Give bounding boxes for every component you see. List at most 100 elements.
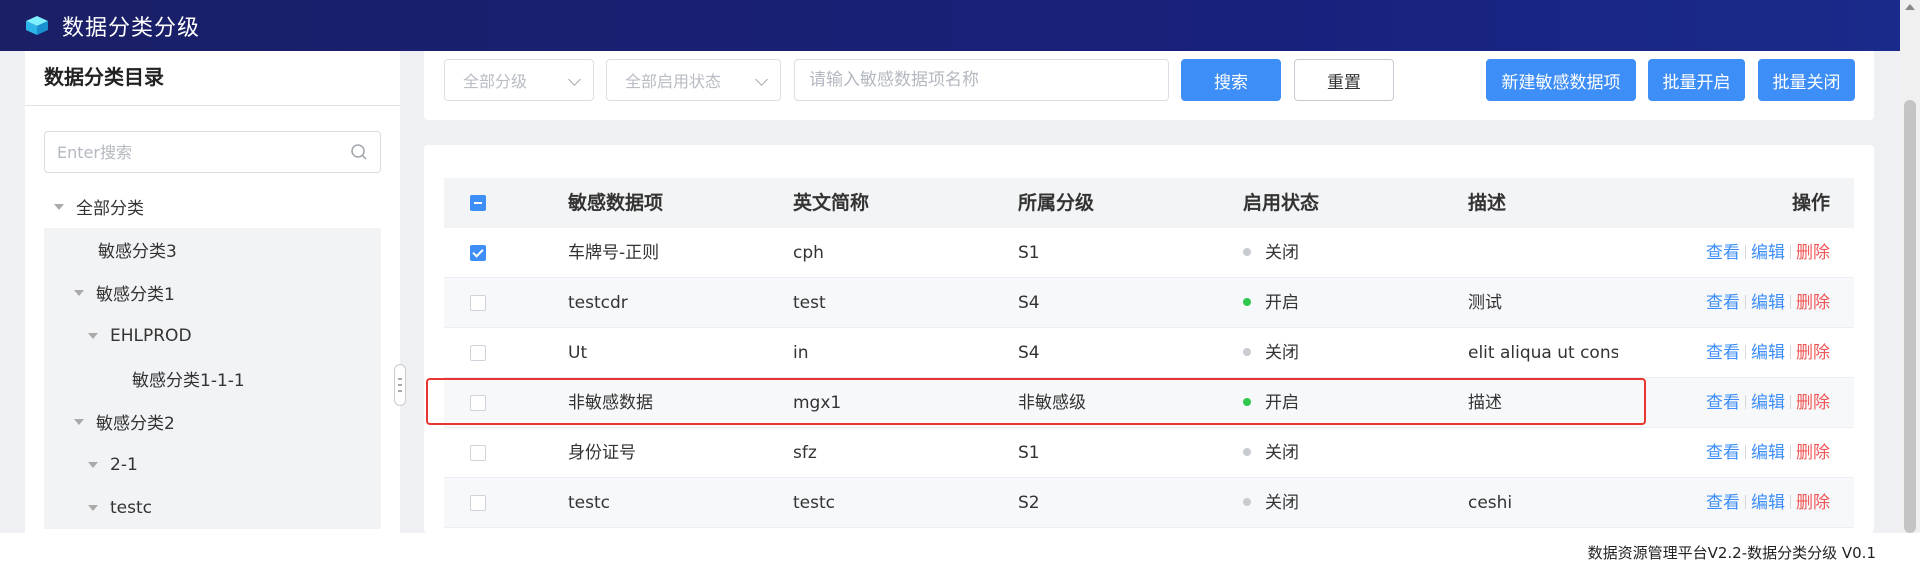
cell-abbr: mgx1 bbox=[793, 393, 842, 413]
tree-node-label: 敏感分类2 bbox=[96, 414, 175, 434]
app-window: 数据分类分级 数据分类目录 全部分类敏感分类3 敏感分类1 EHLPROD 敏感分类1… bbox=[0, 0, 1920, 570]
delete-link[interactable]: 删除 bbox=[1796, 293, 1830, 313]
tree-caret-icon[interactable] bbox=[54, 203, 64, 210]
view-link[interactable]: 查看 bbox=[1706, 443, 1740, 463]
row-checkbox[interactable] bbox=[470, 495, 486, 511]
app-title: 数据分类分级 bbox=[62, 15, 201, 41]
cell-desc bbox=[1468, 228, 1618, 278]
tree-node-label: 敏感分类1 bbox=[96, 285, 175, 305]
cell-abbr: cph bbox=[793, 243, 824, 263]
edit-link[interactable]: 编辑 bbox=[1751, 393, 1785, 413]
app-logo-icon bbox=[26, 15, 48, 35]
tree-node[interactable]: EHLPROD bbox=[44, 314, 381, 357]
action-separator bbox=[1790, 345, 1791, 359]
action-separator bbox=[1790, 245, 1791, 259]
tree-caret-icon[interactable] bbox=[74, 289, 84, 296]
tree-caret-icon[interactable] bbox=[74, 418, 84, 425]
new-item-button[interactable]: 新建敏感数据项 bbox=[1486, 59, 1636, 101]
search-icon[interactable] bbox=[350, 143, 368, 161]
table-row[interactable]: testc testc S2 关闭 ceshi 查看 编辑 删除 bbox=[444, 478, 1854, 528]
status-dot-icon bbox=[1243, 348, 1251, 356]
view-link[interactable]: 查看 bbox=[1706, 293, 1740, 313]
row-checkbox[interactable] bbox=[470, 295, 486, 311]
action-separator bbox=[1745, 245, 1746, 259]
chevron-down-icon bbox=[755, 73, 768, 86]
table-row[interactable]: 身份证号 sfz S1 关闭 查看 编辑 删除 bbox=[444, 428, 1854, 478]
edit-link[interactable]: 编辑 bbox=[1751, 343, 1785, 363]
col-header-level: 所属分级 bbox=[1018, 192, 1095, 214]
tree-node[interactable]: 敏感分类3 bbox=[44, 228, 381, 271]
status-text: 关闭 bbox=[1265, 443, 1299, 463]
tree-caret-icon[interactable] bbox=[88, 461, 98, 468]
filter-bar: 全部分级 全部启用状态 搜索 重置 新建敏感数据项 批量开启 批量关闭 bbox=[424, 51, 1874, 120]
row-checkbox[interactable] bbox=[470, 245, 486, 261]
table-row[interactable]: 非敏感数据 mgx1 非敏感级 开启 描述 查看 编辑 删除 bbox=[444, 378, 1854, 428]
action-separator bbox=[1790, 295, 1791, 309]
vertical-scrollbar[interactable] bbox=[1900, 0, 1920, 533]
row-checkbox[interactable] bbox=[470, 395, 486, 411]
version-label: 数据资源管理平台V2.2-数据分类分级 V0.1 bbox=[1587, 544, 1876, 562]
tree-node[interactable]: 敏感分类1-1-1 bbox=[44, 357, 381, 400]
status-select[interactable]: 全部启用状态 bbox=[606, 59, 781, 101]
cell-level: S2 bbox=[1018, 493, 1040, 513]
tree-node[interactable]: 全部分类 bbox=[44, 185, 381, 228]
batch-disable-button[interactable]: 批量关闭 bbox=[1758, 59, 1855, 101]
table-row[interactable]: Ut in S4 关闭 elit aliqua ut conse... 查看编辑删除 bbox=[444, 328, 1854, 378]
edit-link[interactable]: 编辑 bbox=[1751, 293, 1785, 313]
delete-link[interactable]: 删除 bbox=[1796, 393, 1830, 413]
status-text: 关闭 bbox=[1265, 343, 1299, 363]
status-dot-icon bbox=[1243, 448, 1251, 456]
delete-link[interactable]: 删除 bbox=[1796, 343, 1830, 363]
view-link[interactable]: 查看 bbox=[1706, 493, 1740, 513]
sidebar-search-box[interactable] bbox=[44, 131, 381, 173]
status-select-value: 全部启用状态 bbox=[625, 72, 722, 91]
view-link[interactable]: 查看 bbox=[1706, 243, 1740, 263]
row-checkbox[interactable] bbox=[470, 345, 486, 361]
cell-desc: 测试 bbox=[1468, 293, 1502, 313]
edit-link[interactable]: 编辑 bbox=[1751, 243, 1785, 263]
sensitive-data-table: 敏感数据项 英文简称 所属分级 启用状态 描述 操作 车牌号-正则 cph S1 关闭… bbox=[424, 145, 1874, 533]
keyword-input[interactable] bbox=[795, 60, 1168, 100]
row-checkbox[interactable] bbox=[470, 445, 486, 461]
delete-link[interactable]: 删除 bbox=[1796, 493, 1830, 513]
edit-link[interactable]: 编辑 bbox=[1751, 493, 1785, 513]
tree-node[interactable]: 敏感分类2 bbox=[44, 400, 381, 443]
search-button[interactable]: 搜索 bbox=[1181, 59, 1281, 101]
select-all-checkbox[interactable] bbox=[470, 195, 486, 211]
scrollbar-thumb[interactable] bbox=[1904, 100, 1916, 533]
action-separator bbox=[1790, 495, 1791, 509]
batch-enable-button[interactable]: 批量开启 bbox=[1648, 59, 1745, 101]
view-link[interactable]: 查看 bbox=[1706, 393, 1740, 413]
table-row[interactable]: 车牌号-正则 cph S1 关闭 查看 编辑 删除 bbox=[444, 228, 1854, 278]
delete-link[interactable]: 删除 bbox=[1796, 443, 1830, 463]
footer-bar: 数据资源管理平台V2.2-数据分类分级 V0.1 bbox=[0, 533, 1920, 570]
cell-name: 车牌号-正则 bbox=[568, 243, 660, 263]
edit-link[interactable]: 编辑 bbox=[1751, 443, 1785, 463]
table-row[interactable]: testcdr test S4 开启 测试 查看 编辑 删除 bbox=[444, 278, 1854, 328]
delete-link[interactable]: 删除 bbox=[1796, 243, 1830, 263]
keyword-field[interactable] bbox=[794, 59, 1169, 101]
tree-node-label: 敏感分类3 bbox=[98, 242, 177, 262]
action-separator bbox=[1790, 445, 1791, 459]
reset-button[interactable]: 重置 bbox=[1294, 59, 1394, 101]
view-link[interactable]: 查看 bbox=[1706, 343, 1740, 363]
level-select-value: 全部分级 bbox=[463, 72, 528, 91]
cell-status: 开启 bbox=[1243, 378, 1299, 428]
tree-node-label: 2-1 bbox=[110, 454, 138, 475]
row-actions: 查看 编辑 删除 bbox=[1706, 378, 1830, 428]
row-actions: 查看 编辑 删除 bbox=[1706, 478, 1830, 528]
col-header-name: 敏感数据项 bbox=[568, 192, 664, 214]
cell-abbr: testc bbox=[793, 493, 835, 513]
scroll-up-arrow-icon[interactable] bbox=[1905, 4, 1915, 10]
tree-node[interactable]: testc bbox=[44, 486, 381, 529]
tree-node[interactable]: 敏感分类1 bbox=[44, 271, 381, 314]
tree-node[interactable]: 2-1 bbox=[44, 443, 381, 486]
status-dot-icon bbox=[1243, 298, 1251, 306]
tree-caret-icon[interactable] bbox=[88, 504, 98, 511]
level-select[interactable]: 全部分级 bbox=[444, 59, 594, 101]
tree-caret-icon[interactable] bbox=[88, 332, 98, 339]
tree-node-label: EHLPROD bbox=[110, 325, 192, 346]
row-actions: 查看 编辑 删除 bbox=[1706, 228, 1830, 278]
panel-resize-handle[interactable] bbox=[394, 364, 406, 406]
sidebar-search-input[interactable] bbox=[45, 132, 335, 172]
